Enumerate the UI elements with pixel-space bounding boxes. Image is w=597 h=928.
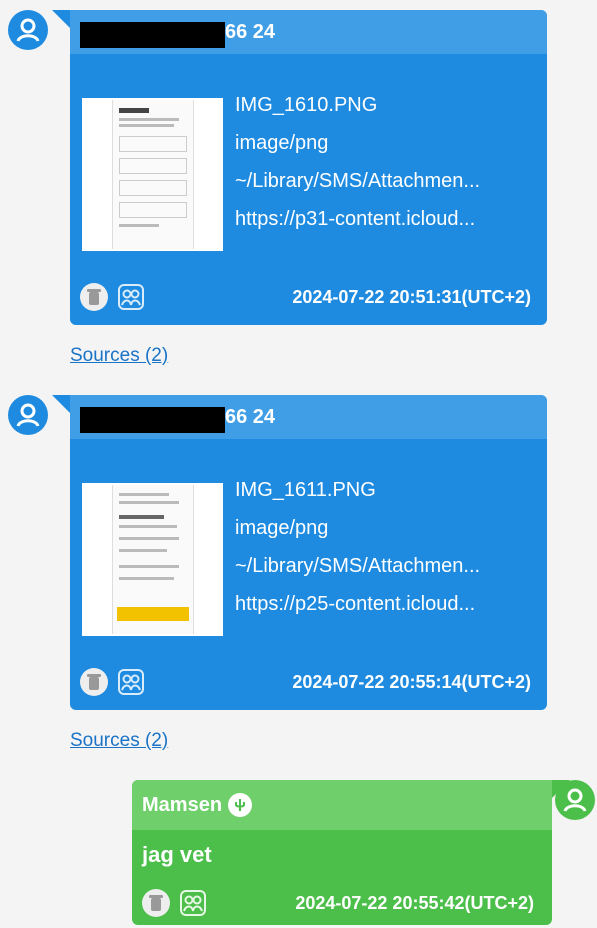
contact-icon[interactable] xyxy=(178,888,208,918)
sender-name: Mamsen xyxy=(142,793,223,816)
trash-icon[interactable] xyxy=(80,668,108,696)
sender-number: 66 24 xyxy=(225,20,276,43)
attachment-path: ~/Library/SMS/Attachmen... xyxy=(235,170,481,192)
message-text: jag vet xyxy=(142,842,212,867)
sender-avatar-icon xyxy=(8,10,48,50)
message-footer: 2024-07-22 20:55:42(UTC+2) xyxy=(142,887,534,919)
message-header: 66 24 xyxy=(70,10,547,54)
sources-link[interactable]: Sources (2) xyxy=(70,730,168,752)
message-footer: 2024-07-22 20:51:31(UTC+2) xyxy=(80,281,531,313)
message-bubble: 66 24 IMG_1611.PNG image/png ~/Library/S… xyxy=(52,395,547,710)
attachment-mime: image/png xyxy=(235,517,329,539)
sender-avatar-icon xyxy=(8,395,48,435)
redacted-sender xyxy=(80,22,225,48)
message-bubble: 66 24 IMG_1610.PNG image/png ~/Library/S… xyxy=(52,10,547,325)
message-timestamp: 2024-07-22 20:55:42(UTC+2) xyxy=(295,892,534,913)
attachment-url[interactable]: https://p25-content.icloud... xyxy=(235,585,480,623)
whatsapp-badge-icon xyxy=(228,793,253,817)
attachment-url[interactable]: https://p31-content.icloud... xyxy=(235,200,480,238)
attachment-thumbnail[interactable] xyxy=(82,98,223,251)
redacted-sender xyxy=(80,407,225,433)
sources-link[interactable]: Sources (2) xyxy=(70,345,168,367)
message-header: 66 24 xyxy=(70,395,547,439)
contact-icon[interactable] xyxy=(116,282,146,312)
attachment-filename: IMG_1610.PNG xyxy=(235,94,378,116)
message-timestamp: 2024-07-22 20:51:31(UTC+2) xyxy=(292,286,531,307)
trash-icon[interactable] xyxy=(142,889,170,917)
attachment-thumbnail[interactable] xyxy=(82,483,223,636)
message-timestamp: 2024-07-22 20:55:14(UTC+2) xyxy=(292,671,531,692)
message-bubble-outgoing: Mamsen jag vet 2024-07-22 20:55:42(UTC+2… xyxy=(132,780,570,925)
message-footer: 2024-07-22 20:55:14(UTC+2) xyxy=(80,666,531,698)
trash-icon[interactable] xyxy=(80,283,108,311)
attachment-filename: IMG_1611.PNG xyxy=(235,479,376,501)
contact-icon[interactable] xyxy=(116,667,146,697)
message-header: Mamsen xyxy=(132,780,552,830)
attachment-meta: IMG_1610.PNG image/png ~/Library/SMS/Att… xyxy=(235,86,480,238)
attachment-path: ~/Library/SMS/Attachmen... xyxy=(235,555,481,577)
attachment-meta: IMG_1611.PNG image/png ~/Library/SMS/Att… xyxy=(235,471,480,623)
attachment-mime: image/png xyxy=(235,132,329,154)
sender-number: 66 24 xyxy=(225,405,276,428)
